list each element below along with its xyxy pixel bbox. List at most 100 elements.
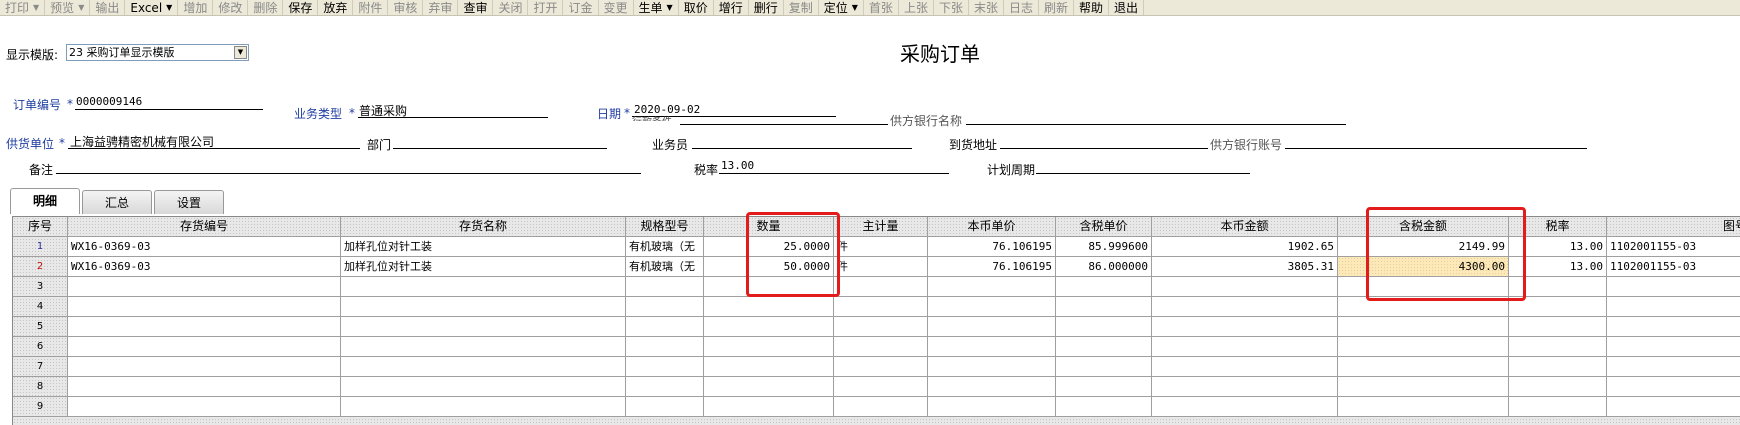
log-button[interactable]: 日志 (1004, 0, 1039, 15)
save-button[interactable]: 保存 (283, 0, 319, 15)
drawing-no-cell[interactable]: 1102001155-03 (1607, 237, 1740, 257)
print-button[interactable]: 打印 ▼ (0, 0, 46, 15)
empty-cell[interactable] (68, 277, 341, 297)
unit-price-cell[interactable]: 76.106195 (928, 237, 1056, 257)
row-number[interactable]: 3 (13, 277, 68, 297)
empty-cell[interactable] (928, 337, 1056, 357)
empty-cell[interactable] (834, 277, 928, 297)
order-no-value[interactable]: 0000009146 (76, 95, 142, 108)
empty-cell[interactable] (1056, 357, 1152, 377)
empty-cell[interactable] (1152, 357, 1338, 377)
tab-detail[interactable]: 明细 (10, 188, 81, 214)
tax-unit-price-cell[interactable]: 86.000000 (1056, 257, 1152, 277)
empty-cell[interactable] (704, 397, 834, 417)
item-code-cell[interactable]: WX16-0369-03 (68, 237, 341, 257)
empty-cell[interactable] (928, 277, 1056, 297)
empty-row[interactable]: 6 (13, 337, 1740, 357)
empty-cell[interactable] (341, 297, 626, 317)
drawing-no-cell[interactable]: 1102001155-03 (1607, 257, 1740, 277)
unit-cell[interactable]: 件 (834, 237, 928, 257)
open-button[interactable]: 打开 (528, 0, 564, 15)
empty-cell[interactable] (834, 297, 928, 317)
empty-cell[interactable] (1607, 297, 1740, 317)
empty-cell[interactable] (626, 397, 704, 417)
empty-row[interactable]: 9 (13, 397, 1740, 417)
item-name-cell[interactable]: 加样孔位对针工装 (341, 257, 626, 277)
copy-button[interactable]: 复制 (784, 0, 819, 15)
previous-record-button[interactable]: 上张 (899, 0, 934, 15)
empty-cell[interactable] (1056, 397, 1152, 417)
empty-cell[interactable] (1607, 337, 1740, 357)
empty-cell[interactable] (834, 337, 928, 357)
add-button[interactable]: 增加 (178, 0, 214, 15)
empty-cell[interactable] (1338, 317, 1509, 337)
empty-cell[interactable] (928, 377, 1056, 397)
empty-cell[interactable] (1152, 377, 1338, 397)
empty-cell[interactable] (341, 277, 626, 297)
row-number[interactable]: 7 (13, 357, 68, 377)
fetch-price-button[interactable]: 取价 (679, 0, 714, 15)
approve-button[interactable]: 审核 (388, 0, 424, 15)
empty-cell[interactable] (68, 377, 341, 397)
unit-price-cell[interactable]: 76.106195 (928, 257, 1056, 277)
row-number[interactable]: 5 (13, 317, 68, 337)
tab-summary[interactable]: 汇总 (82, 190, 153, 214)
empty-cell[interactable] (68, 357, 341, 377)
preview-button[interactable]: 预览 ▼ (45, 0, 91, 15)
empty-cell[interactable] (1056, 377, 1152, 397)
empty-cell[interactable] (928, 297, 1056, 317)
empty-cell[interactable] (704, 357, 834, 377)
attachment-button[interactable]: 附件 (353, 0, 389, 15)
empty-cell[interactable] (834, 357, 928, 377)
empty-cell[interactable] (626, 377, 704, 397)
empty-cell[interactable] (1509, 377, 1607, 397)
empty-cell[interactable] (341, 317, 626, 337)
empty-cell[interactable] (626, 357, 704, 377)
empty-cell[interactable] (834, 377, 928, 397)
change-button[interactable]: 变更 (599, 0, 634, 15)
column-header[interactable]: 存货编号 (68, 217, 341, 237)
empty-cell[interactable] (626, 337, 704, 357)
empty-cell[interactable] (341, 397, 626, 417)
dropdown-arrow-icon[interactable]: ▼ (78, 3, 84, 12)
chevron-down-icon[interactable]: ▼ (234, 46, 247, 59)
item-name-cell[interactable]: 加样孔位对针工装 (341, 237, 626, 257)
empty-cell[interactable] (68, 397, 341, 417)
address-field[interactable] (1000, 148, 1208, 149)
modify-button[interactable]: 修改 (213, 0, 249, 15)
column-header[interactable]: 含税单价 (1056, 217, 1152, 237)
empty-cell[interactable] (704, 297, 834, 317)
empty-cell[interactable] (1509, 397, 1607, 417)
unapprove-button[interactable]: 弃审 (423, 0, 459, 15)
empty-cell[interactable] (341, 337, 626, 357)
empty-cell[interactable] (1338, 397, 1509, 417)
empty-cell[interactable] (341, 357, 626, 377)
empty-cell[interactable] (1607, 397, 1740, 417)
empty-cell[interactable] (1152, 317, 1338, 337)
row-number[interactable]: 2 (13, 257, 68, 277)
last-record-button[interactable]: 末张 (969, 0, 1004, 15)
dropdown-arrow-icon[interactable]: ▼ (852, 3, 858, 12)
empty-cell[interactable] (1607, 317, 1740, 337)
remark-field[interactable] (56, 173, 641, 174)
empty-cell[interactable] (928, 357, 1056, 377)
tax-rate-field[interactable] (719, 173, 949, 174)
column-header[interactable]: 本币金额 (1152, 217, 1338, 237)
next-record-button[interactable]: 下张 (934, 0, 969, 15)
excel-button[interactable]: Excel ▼ (125, 0, 179, 15)
empty-cell[interactable] (834, 397, 928, 417)
empty-cell[interactable] (1056, 337, 1152, 357)
empty-cell[interactable] (928, 317, 1056, 337)
generate-button[interactable]: 生单 ▼ (634, 0, 679, 15)
spec-cell[interactable]: 有机玻璃（无 (626, 257, 704, 277)
empty-cell[interactable] (626, 317, 704, 337)
item-code-cell[interactable]: WX16-0369-03 (68, 257, 341, 277)
add-row-button[interactable]: 增行 (714, 0, 749, 15)
column-header[interactable]: 序号 (13, 217, 68, 237)
deposit-button[interactable]: 订金 (563, 0, 599, 15)
tax-rate-value[interactable]: 13.00 (721, 159, 754, 172)
bank-account-field[interactable] (1285, 148, 1587, 149)
discard-button[interactable]: 放弃 (318, 0, 354, 15)
spec-cell[interactable]: 有机玻璃（无 (626, 237, 704, 257)
exit-button[interactable]: 退出 (1109, 0, 1145, 15)
